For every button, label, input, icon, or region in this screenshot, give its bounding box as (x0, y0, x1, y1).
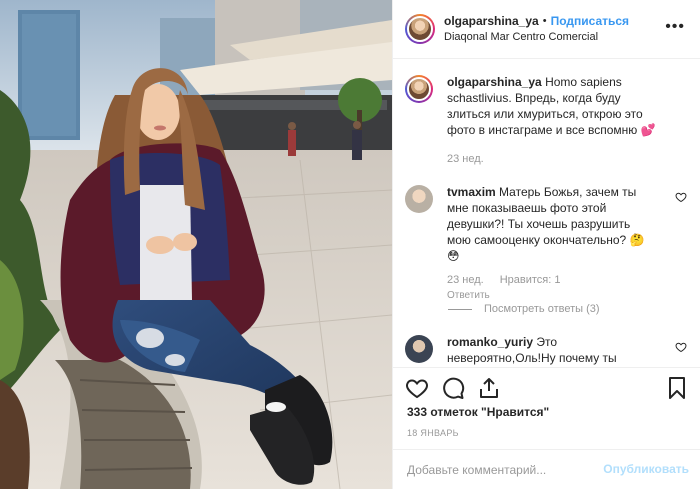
post-photo[interactable] (0, 0, 392, 489)
caption: olgaparshina_ya Homo sapiens schastliviu… (405, 74, 689, 167)
caption-time[interactable]: 23 нед. (447, 151, 484, 167)
publish-button[interactable]: Опубликовать (603, 462, 689, 476)
action-bar (393, 367, 700, 407)
likes-count[interactable]: 333 отметок "Нравится" (407, 405, 549, 419)
add-comment-bar: Опубликовать (393, 449, 700, 489)
small-heart-icon[interactable] (675, 341, 687, 353)
instagram-post: olgaparshina_ya • Подписаться Diaqonal M… (0, 0, 700, 489)
header-username[interactable]: olgaparshina_ya (444, 13, 539, 29)
header-text: olgaparshina_ya • Подписаться Diaqonal M… (444, 13, 629, 45)
post-date[interactable]: 18 ЯНВАРЬ (407, 428, 459, 438)
replies-line (448, 308, 472, 310)
small-heart-icon[interactable] (675, 191, 687, 203)
separator-dot: • (542, 15, 547, 27)
comment-time[interactable]: 23 нед. (447, 272, 484, 288)
comment-avatar[interactable] (405, 185, 433, 213)
bookmark-icon[interactable] (665, 376, 689, 400)
comment-item: tvmaxim Матерь Божья, зачем ты мне показ… (405, 184, 689, 304)
comment-icon[interactable] (441, 376, 465, 400)
view-replies-label[interactable]: Посмотреть ответы (3) (484, 303, 600, 315)
share-icon[interactable] (477, 376, 501, 400)
more-icon[interactable]: ••• (665, 19, 685, 35)
comment-item: romanko_yuriy Это невероятно,Оль!Ну поче… (405, 334, 689, 366)
comment-username[interactable]: tvmaxim (447, 185, 496, 199)
view-replies[interactable]: Посмотреть ответы (3) (448, 303, 600, 315)
comment-input[interactable] (407, 460, 607, 480)
follow-button[interactable]: Подписаться (551, 13, 629, 29)
post-header: olgaparshina_ya • Подписаться Diaqonal M… (393, 0, 700, 59)
photo-illustration (0, 0, 392, 489)
avatar[interactable] (405, 14, 435, 44)
location-link[interactable]: Diaqonal Mar Centro Comercial (444, 29, 629, 45)
reply-button[interactable]: Ответить (447, 288, 647, 304)
caption-avatar[interactable] (405, 75, 433, 103)
heart-icon[interactable] (405, 376, 429, 400)
comments-list[interactable]: olgaparshina_ya Homo sapiens schastliviu… (393, 60, 700, 366)
comment-username[interactable]: romanko_yuriy (447, 335, 533, 349)
comment-avatar[interactable] (405, 335, 433, 363)
post-sidebar: olgaparshina_ya • Подписаться Diaqonal M… (392, 0, 700, 489)
comment-likes[interactable]: Нравится: 1 (500, 272, 561, 288)
caption-username[interactable]: olgaparshina_ya (447, 75, 542, 89)
